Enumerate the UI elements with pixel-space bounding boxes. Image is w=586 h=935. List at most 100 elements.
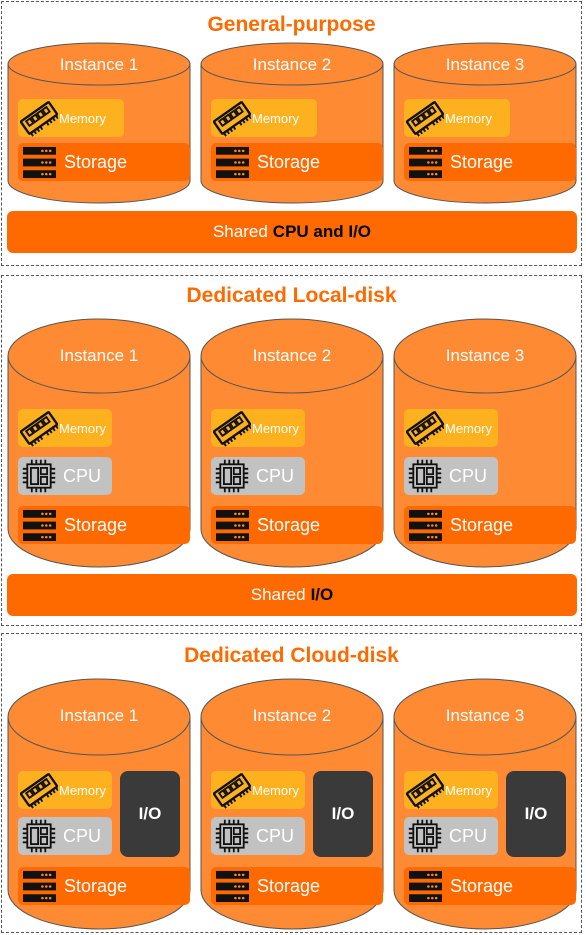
instance-label: Instance 3	[445, 706, 525, 725]
cpu-chip-icon	[21, 458, 57, 494]
memory-box: Memory	[211, 771, 305, 809]
memory-label: Memory	[59, 782, 106, 798]
instance-cylinder: Instance 1 Memory Storage	[7, 42, 191, 204]
storage-box: Storage	[18, 143, 190, 181]
section-title: General-purpose	[207, 13, 376, 36]
cpu-label: CPU	[256, 465, 295, 486]
instance-label: Instance 1	[59, 706, 139, 725]
memory-label: Memory	[445, 110, 492, 126]
instance-label: Instance 1	[59, 55, 139, 74]
cpu-chip-icon	[407, 818, 443, 854]
storage-server-icon	[216, 870, 249, 903]
memory-box: Memory	[404, 771, 498, 809]
cpu-box: CPU	[211, 817, 305, 855]
storage-label: Storage	[450, 875, 514, 896]
memory-label: Memory	[252, 782, 299, 798]
memory-ram-icon	[213, 99, 251, 137]
shared-prefix: Shared	[250, 585, 306, 604]
cpu-chip-icon	[407, 458, 443, 494]
shared-resources-bar: Shared I/O	[7, 574, 577, 616]
instance-cylinder: Instance 1 Memory CPU Storage	[7, 318, 191, 568]
memory-box: Memory	[18, 99, 124, 137]
instance-cylinder: Instance 1 Memory CPU Storage I/O	[7, 678, 191, 930]
memory-label: Memory	[252, 420, 299, 436]
io-label: I/O	[138, 804, 162, 823]
memory-ram-icon	[20, 771, 58, 809]
cpu-label: CPU	[449, 465, 488, 486]
instance-label: Instance 3	[445, 346, 525, 365]
cpu-chip-icon	[214, 458, 250, 494]
memory-box: Memory	[211, 409, 305, 447]
instance-label: Instance 2	[252, 346, 332, 365]
section-title: Dedicated Local-disk	[186, 284, 397, 307]
io-box: I/O	[120, 771, 180, 857]
storage-box: Storage	[18, 506, 190, 544]
instance-label: Instance 2	[252, 706, 332, 725]
storage-server-icon	[23, 146, 56, 179]
storage-label: Storage	[450, 514, 514, 535]
memory-label: Memory	[59, 420, 106, 436]
shared-resource: I/O	[310, 585, 334, 604]
cpu-label: CPU	[256, 825, 295, 846]
instance-label: Instance 3	[445, 55, 525, 74]
instance-cylinder: Instance 2 Memory Storage	[200, 42, 384, 204]
section-title: Dedicated Cloud-disk	[184, 644, 399, 667]
shared-resource: CPU and I/O	[272, 222, 372, 241]
storage-label: Storage	[64, 151, 128, 172]
cpu-box: CPU	[18, 457, 112, 495]
memory-ram-icon	[20, 99, 58, 137]
instance-label: Instance 1	[59, 346, 139, 365]
storage-label: Storage	[257, 151, 321, 172]
memory-ram-icon	[20, 409, 58, 447]
io-box: I/O	[313, 771, 373, 857]
memory-box: Memory	[404, 99, 510, 137]
cpu-box: CPU	[404, 457, 498, 495]
shared-resources-bar: Shared CPU and I/O	[7, 211, 577, 253]
storage-label: Storage	[257, 514, 321, 535]
storage-label: Storage	[450, 151, 514, 172]
storage-server-icon	[409, 509, 442, 542]
io-box: I/O	[506, 771, 566, 857]
io-label: I/O	[331, 804, 355, 823]
storage-box: Storage	[211, 867, 383, 905]
storage-label: Storage	[257, 875, 321, 896]
storage-server-icon	[23, 870, 56, 903]
cpu-label: CPU	[63, 465, 102, 486]
memory-box: Memory	[18, 409, 112, 447]
memory-label: Memory	[59, 110, 106, 126]
storage-label: Storage	[64, 875, 128, 896]
memory-ram-icon	[213, 409, 251, 447]
memory-ram-icon	[406, 771, 444, 809]
cpu-chip-icon	[214, 818, 250, 854]
storage-box: Storage	[211, 143, 383, 181]
cpu-box: CPU	[18, 817, 112, 855]
cpu-label: CPU	[449, 825, 488, 846]
memory-label: Memory	[445, 420, 492, 436]
memory-box: Memory	[211, 99, 317, 137]
storage-box: Storage	[404, 143, 576, 181]
storage-box: Storage	[211, 506, 383, 544]
storage-server-icon	[23, 509, 56, 542]
shared-prefix: Shared	[212, 222, 268, 241]
storage-label: Storage	[64, 514, 128, 535]
memory-box: Memory	[404, 409, 498, 447]
memory-ram-icon	[406, 99, 444, 137]
instance-cylinder: Instance 3 Memory Storage	[393, 42, 577, 204]
cpu-label: CPU	[63, 825, 102, 846]
instance-cylinder: Instance 2 Memory CPU Storage	[200, 318, 384, 568]
memory-label: Memory	[252, 110, 299, 126]
storage-box: Storage	[18, 867, 190, 905]
cpu-box: CPU	[404, 817, 498, 855]
storage-server-icon	[216, 509, 249, 542]
instance-label: Instance 2	[252, 55, 332, 74]
cpu-box: CPU	[211, 457, 305, 495]
memory-ram-icon	[406, 409, 444, 447]
instance-cylinder: Instance 3 Memory CPU Storage I/O	[393, 678, 577, 930]
instance-cylinder: Instance 2 Memory CPU Storage I/O	[200, 678, 384, 930]
memory-ram-icon	[213, 771, 251, 809]
storage-server-icon	[409, 870, 442, 903]
instance-cylinder: Instance 3 Memory CPU Storage	[393, 318, 577, 568]
storage-box: Storage	[404, 506, 576, 544]
storage-box: Storage	[404, 867, 576, 905]
storage-server-icon	[216, 146, 249, 179]
